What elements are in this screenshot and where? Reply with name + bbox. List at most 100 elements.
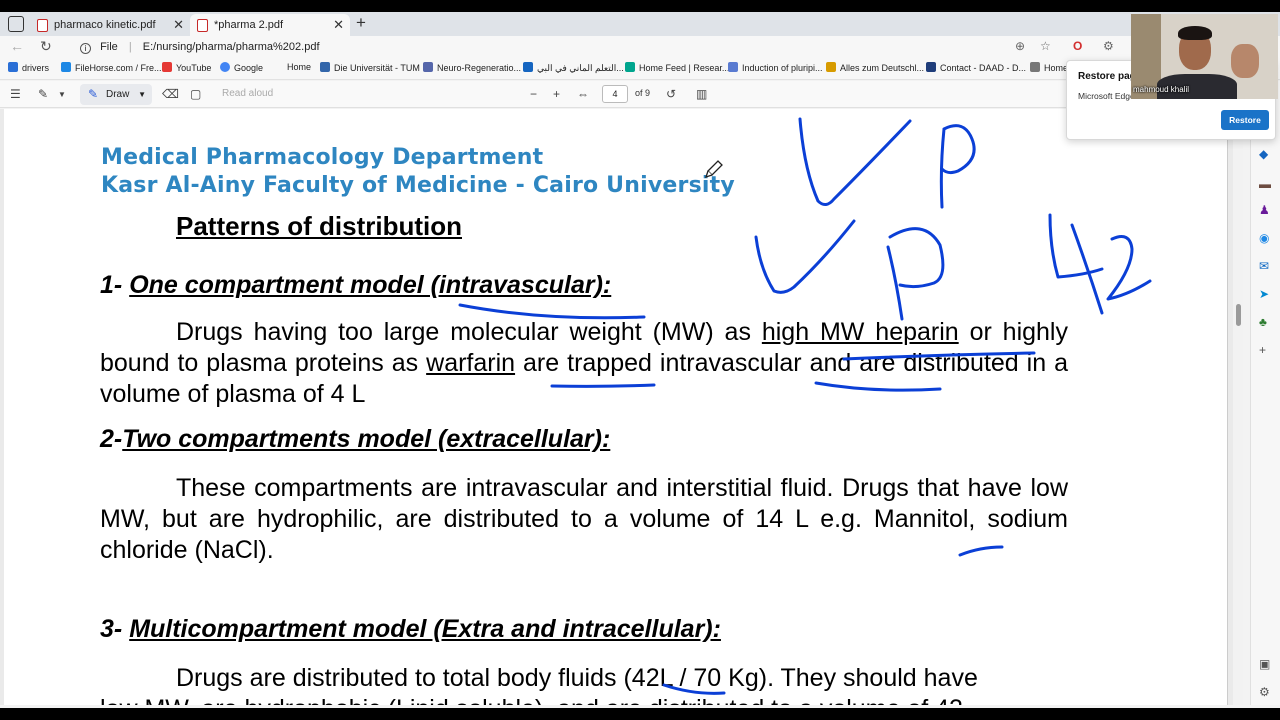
fit-page-icon[interactable]: ⇔ — [577, 87, 589, 101]
ink-underline-one-compartment — [458, 303, 646, 320]
favorite-researchgate[interactable]: Home Feed | Resear... — [625, 62, 729, 73]
document-viewer[interactable]: Medical Pharmacology Department Kasr Al-… — [0, 109, 1240, 705]
ink-stroke-4 — [1048, 213, 1104, 315]
rotate-icon[interactable]: ↺ — [666, 87, 676, 101]
favorite-label: Google — [234, 63, 264, 73]
favicon-icon — [926, 62, 936, 72]
tab-pharma-2[interactable]: *pharma 2.pdf ✕ — [190, 14, 350, 36]
page-view-icon[interactable]: ▥ — [696, 87, 707, 101]
favicon-icon — [728, 62, 738, 72]
favorite-daad[interactable]: Contact - DAAD - D... — [926, 62, 1026, 73]
zoom-in-icon[interactable]: + — [553, 87, 560, 101]
outlook-icon[interactable]: ✉ — [1259, 259, 1269, 273]
section-number: 3- — [100, 615, 123, 643]
url-text: E:/nursing/pharma/pharma%202.pdf — [142, 41, 320, 53]
favorite-label: Contact - DAAD - D... — [940, 63, 1027, 73]
back-icon[interactable]: ← — [10, 38, 24, 54]
eraser-icon[interactable]: ⌫ — [162, 87, 179, 101]
zoom-icon[interactable]: ⊕ — [1015, 39, 1025, 53]
favorite-label: التعلم الماني في البي... — [537, 63, 624, 73]
chevron-down-icon[interactable]: ▼ — [58, 90, 66, 99]
draw-button[interactable]: ✎ Draw ▼ — [80, 84, 152, 105]
favorite-label: Home — [287, 62, 312, 72]
read-aloud-button[interactable]: Read aloud — [222, 88, 273, 99]
text-icon[interactable]: ▢ — [190, 87, 201, 101]
tab-label: *pharma 2.pdf — [214, 19, 284, 31]
new-tab-button[interactable]: + — [356, 13, 366, 33]
restore-button[interactable]: Restore — [1221, 110, 1269, 130]
favorite-induction[interactable]: Induction of pluripi... — [728, 62, 823, 73]
ink-stroke-v-top — [798, 117, 912, 206]
favorite-label: Alles zum Deutschl... — [840, 63, 925, 73]
extensions-icon[interactable]: ⚙ — [1103, 39, 1114, 53]
page-count: of 9 — [635, 88, 651, 98]
favorite-label: Home — [1044, 63, 1069, 73]
pdf-icon — [37, 19, 48, 32]
address-bar: ← ↻ i File | E:/nursing/pharma/pharma%20… — [0, 36, 1280, 58]
section-title: Multicompartment model (Extra and intrac… — [129, 615, 721, 643]
presenter-name: mahmoud khalil — [1133, 85, 1190, 94]
file-label: File — [100, 41, 118, 53]
page-number-input[interactable]: 4 — [602, 85, 628, 103]
ink-stroke-p-top — [939, 124, 976, 209]
send-icon[interactable]: ➤ — [1259, 287, 1269, 301]
section-number: 1- — [100, 271, 123, 299]
tab-pharmaco-kinetic[interactable]: pharmaco kinetic.pdf ✕ — [30, 14, 190, 36]
scrollbar-thumb[interactable] — [1236, 304, 1241, 326]
page-title: Patterns of distribution — [176, 211, 462, 241]
pdf-icon — [197, 19, 208, 32]
department-header: Medical Pharmacology Department — [101, 145, 544, 170]
favorite-label: drivers — [22, 63, 50, 73]
vertical-scrollbar[interactable] — [1233, 109, 1243, 705]
url-field[interactable]: i File | E:/nursing/pharma/pharma%202.pd… — [74, 37, 1094, 57]
paragraph-3-line-1: Drugs are distributed to total body flui… — [176, 664, 978, 692]
favorite-drivers[interactable]: drivers — [8, 62, 49, 73]
favorite-home[interactable]: Home — [287, 62, 311, 72]
workspaces-icon[interactable] — [8, 16, 24, 32]
favicon-icon — [1030, 62, 1040, 72]
opera-extension-icon[interactable]: O — [1073, 39, 1082, 53]
edge-sidebar: ◆ ▬ ♟ ◉ ✉ ➤ ♣ + ▣ ⚙ — [1250, 81, 1280, 705]
toolbox-icon[interactable]: ▬ — [1259, 177, 1271, 191]
games-icon[interactable]: ♟ — [1259, 203, 1270, 217]
section-title: Two compartments model (extracellular): — [122, 425, 611, 453]
favorite-label: Induction of pluripi... — [742, 63, 823, 73]
contents-icon[interactable]: ☰ — [10, 87, 21, 101]
close-icon[interactable]: ✕ — [173, 14, 184, 36]
favorite-star-icon[interactable]: ☆ — [1040, 39, 1051, 53]
tree-icon[interactable]: ♣ — [1259, 315, 1267, 329]
favicon-icon — [320, 62, 330, 72]
highlight-icon[interactable]: ✎ — [38, 87, 48, 101]
close-icon[interactable]: ✕ — [333, 14, 344, 36]
zoom-out-icon[interactable]: − — [530, 87, 537, 101]
favorite-tum[interactable]: Die Universität - TUM — [320, 62, 420, 73]
favorite-label: YouTube — [176, 63, 212, 73]
favorite-neuro-regeneration[interactable]: Neuro-Regeneratio... — [423, 62, 521, 73]
section-heading-2: 2-Two compartments model (extracellular)… — [100, 425, 610, 454]
info-icon: i — [80, 43, 91, 54]
favorite-google[interactable]: Google — [220, 62, 263, 73]
pdf-page: Medical Pharmacology Department Kasr Al-… — [4, 109, 1228, 705]
favicon-icon — [8, 62, 18, 72]
favorite-youtube[interactable]: YouTube — [162, 62, 211, 73]
browser-window: pharmaco kinetic.pdf ✕ *pharma 2.pdf ✕ +… — [0, 12, 1280, 708]
favorite-label: Neuro-Regeneratio... — [437, 63, 522, 73]
refresh-icon[interactable]: ↻ — [40, 38, 52, 55]
favorite-arabic-learning[interactable]: التعلم الماني في البي... — [523, 62, 624, 74]
ink-stroke-2 — [1106, 235, 1152, 301]
add-icon[interactable]: + — [1259, 343, 1266, 357]
pen-icon: ✎ — [88, 87, 99, 101]
favorite-filehorse[interactable]: FileHorse.com / Fre... — [61, 62, 162, 73]
favorite-deutschland[interactable]: Alles zum Deutschl... — [826, 62, 924, 73]
favorite-label: Home Feed | Resear... — [639, 63, 730, 73]
text-run: Drugs having too large molecular weight … — [176, 318, 762, 346]
section-title: One compartment model (intravascular): — [129, 271, 612, 299]
shopping-tag-icon[interactable]: ◆ — [1259, 147, 1268, 161]
section-heading-3: 3- Multicompartment model (Extra and int… — [100, 615, 721, 644]
popup-body: Microsoft Edge — [1078, 91, 1135, 101]
favorite-home-2[interactable]: Home — [1030, 62, 1068, 73]
settings-icon[interactable]: ⚙ — [1259, 685, 1270, 699]
sidebar-toggle-icon[interactable]: ▣ — [1259, 657, 1270, 671]
microsoft-365-icon[interactable]: ◉ — [1259, 231, 1269, 245]
ink-stroke-p-mid — [886, 227, 945, 321]
